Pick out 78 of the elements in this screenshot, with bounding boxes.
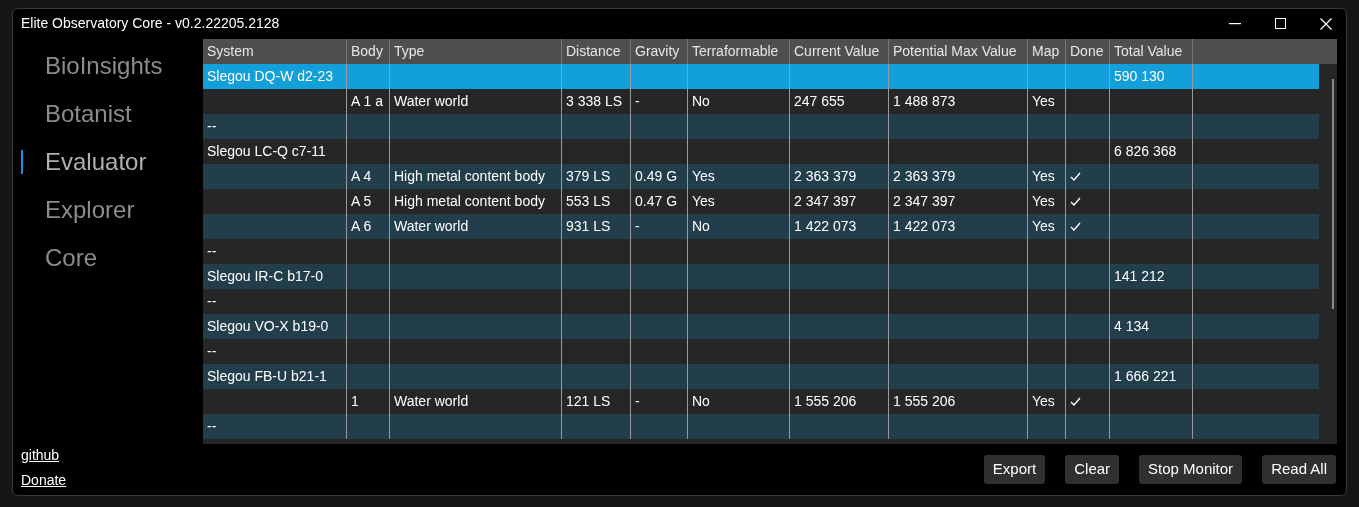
table-row[interactable]: A 6 Water world 931 LS - No 1 422 073 1 422 073 Yes <box>203 214 1319 239</box>
table-cell-text: Yes <box>1032 167 1055 186</box>
nav-item[interactable]: Core <box>45 240 98 276</box>
table-cell-text: 1 666 221 <box>1114 367 1177 386</box>
table-cell-text: - <box>635 392 640 411</box>
table-cell-text: 1 422 073 <box>794 217 857 236</box>
table-cell-text: Yes <box>692 167 715 186</box>
table-cell-text: 0.49 G <box>635 167 678 186</box>
table-cell-text: Yes <box>1032 392 1055 411</box>
table-row[interactable]: -- <box>203 414 1319 439</box>
minimize-icon[interactable] <box>1229 22 1241 25</box>
table-cell-text: High metal content body <box>394 192 545 211</box>
table-cell-text: -- <box>207 117 217 136</box>
table-row[interactable]: -- <box>203 114 1319 139</box>
table-cell-text: Water world <box>394 92 469 111</box>
nav-item[interactable]: Botanist <box>45 96 132 132</box>
table-cell-text: 1 555 206 <box>794 392 857 411</box>
table-cell-text: 2 363 379 <box>794 167 857 186</box>
table-cell-text: -- <box>207 417 217 436</box>
table-cell-text: 2 347 397 <box>794 192 857 211</box>
link[interactable]: Donate <box>21 470 67 491</box>
action-button[interactable]: Clear <box>1065 455 1120 484</box>
table-cell-text: 2 347 397 <box>893 192 956 211</box>
table-cell-text: 553 LS <box>566 192 611 211</box>
table-row[interactable]: A 4 High metal content body 379 LS 0.49 G Yes 2 363 379 2 363 379 Yes <box>203 164 1319 189</box>
table-cell-text: A 4 <box>351 167 372 186</box>
table-cell-text: Yes <box>1032 217 1055 236</box>
table-cell-text: 3 338 LS <box>566 92 623 111</box>
table-cell-text: A 5 <box>351 192 372 211</box>
table-cell-text: Slegou FB-U b21-1 <box>207 367 327 386</box>
table-cell-text: - <box>635 92 640 111</box>
table-row[interactable]: Slegou VO-X b19-0 4 134 <box>203 314 1319 339</box>
table-cell-text: Water world <box>394 217 469 236</box>
table-cell-text: Yes <box>692 192 715 211</box>
table-cell-text: A 6 <box>351 217 372 236</box>
table-cell-text: -- <box>207 292 217 311</box>
table-cell-text: Yes <box>1032 92 1055 111</box>
table-cell-text: 1 <box>351 392 359 411</box>
table-cell-text: Slegou IR-C b17-0 <box>207 267 323 286</box>
table-cell-text: 2 363 379 <box>893 167 956 186</box>
table-cell-text: 4 134 <box>1114 317 1150 336</box>
table-row[interactable]: Slegou FB-U b21-1 1 666 221 <box>203 364 1319 389</box>
link[interactable]: github <box>21 445 60 466</box>
window-title: Elite Observatory Core - v0.2.22205.2128 <box>21 14 281 33</box>
action-button[interactable]: Stop Monitor <box>1139 455 1243 484</box>
table-cell-text: 379 LS <box>566 167 611 186</box>
table-cell-text: No <box>692 392 710 411</box>
table-cell-text: Yes <box>1032 192 1055 211</box>
table-cell-text: 141 212 <box>1114 267 1165 286</box>
action-button[interactable]: Export <box>983 455 1046 484</box>
table-cell-text: 6 826 368 <box>1114 142 1177 161</box>
table-cell-text: A 1 a <box>351 92 383 111</box>
table-cell-text: - <box>635 217 640 236</box>
table-cell-text: 590 130 <box>1114 67 1165 86</box>
table-cell-text: Slegou DQ-W d2-23 <box>207 67 334 86</box>
nav-item[interactable]: Explorer <box>45 192 135 228</box>
table-cell-text: 931 LS <box>566 217 611 236</box>
scrollbar[interactable] <box>1332 79 1334 309</box>
table-cell-text: No <box>692 217 710 236</box>
action-button[interactable]: Read All <box>1262 455 1336 484</box>
table-cell-text: 121 LS <box>566 392 611 411</box>
table-cell-text: Water world <box>394 392 469 411</box>
maximize-icon[interactable] <box>1275 18 1286 29</box>
table-cell-text: 1 555 206 <box>893 392 956 411</box>
table-cell-text: 1 488 873 <box>893 92 956 111</box>
nav-item[interactable]: BioInsights <box>45 48 163 84</box>
nav-item[interactable]: Evaluator <box>45 144 147 180</box>
table-cell-text: 1 422 073 <box>893 217 956 236</box>
table-cell-text: 0.47 G <box>635 192 678 211</box>
table-cell-text: Slegou LC-Q c7-11 <box>207 142 326 161</box>
table-row[interactable]: Slegou IR-C b17-0 141 212 <box>203 264 1319 289</box>
table-cell-text: High metal content body <box>394 167 545 186</box>
table-cell-text: Slegou VO-X b19-0 <box>207 317 329 336</box>
table-cell-text: 247 655 <box>794 92 845 111</box>
table-cell-text: -- <box>207 242 217 261</box>
table-cell-text: -- <box>207 342 217 361</box>
table-cell-text: No <box>692 92 710 111</box>
close-icon[interactable] <box>1320 17 1332 30</box>
